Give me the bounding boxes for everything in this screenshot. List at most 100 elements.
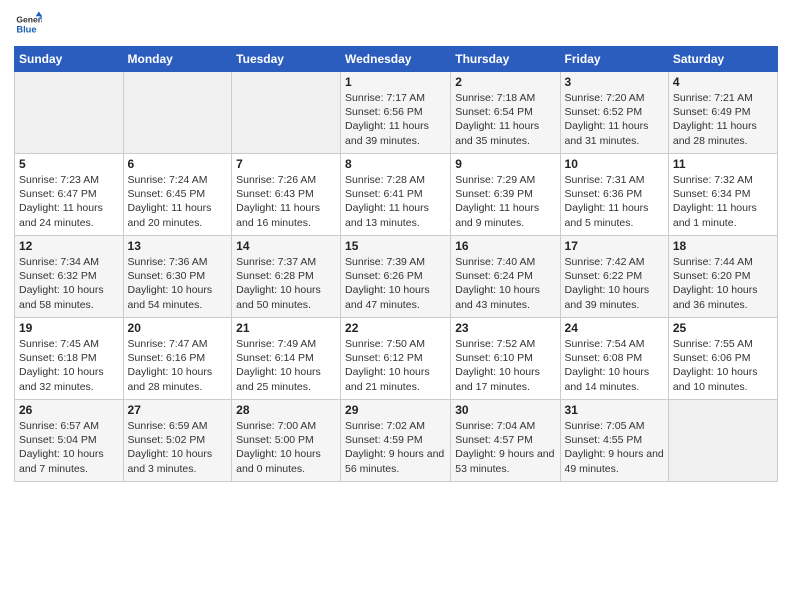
- day-info: Sunrise: 7:34 AMSunset: 6:32 PMDaylight:…: [19, 255, 119, 312]
- day-number: 28: [236, 403, 336, 417]
- calendar-week-4: 26 Sunrise: 6:57 AMSunset: 5:04 PMDayligh…: [15, 400, 778, 482]
- calendar-cell: 26 Sunrise: 6:57 AMSunset: 5:04 PMDayligh…: [15, 400, 124, 482]
- calendar-cell: 20 Sunrise: 7:47 AMSunset: 6:16 PMDayligh…: [123, 318, 232, 400]
- day-header-thursday: Thursday: [451, 47, 560, 72]
- day-info: Sunrise: 7:45 AMSunset: 6:18 PMDaylight:…: [19, 337, 119, 394]
- calendar-cell: 16 Sunrise: 7:40 AMSunset: 6:24 PMDayligh…: [451, 236, 560, 318]
- calendar-week-1: 5 Sunrise: 7:23 AMSunset: 6:47 PMDaylight…: [15, 154, 778, 236]
- calendar-cell: 12 Sunrise: 7:34 AMSunset: 6:32 PMDayligh…: [15, 236, 124, 318]
- day-number: 25: [673, 321, 773, 335]
- calendar-cell: 11Sunrise: 7:32 AMSunset: 6:34 PMDayligh…: [668, 154, 777, 236]
- calendar-cell: 31 Sunrise: 7:05 AMSunset: 4:55 PMDayligh…: [560, 400, 668, 482]
- calendar-cell: 4 Sunrise: 7:21 AMSunset: 6:49 PMDaylight…: [668, 72, 777, 154]
- day-header-saturday: Saturday: [668, 47, 777, 72]
- day-number: 8: [345, 157, 446, 171]
- day-info: Sunrise: 7:47 AMSunset: 6:16 PMDaylight:…: [128, 337, 228, 394]
- day-number: 26: [19, 403, 119, 417]
- day-number: 23: [455, 321, 555, 335]
- day-number: 4: [673, 75, 773, 89]
- day-number: 1: [345, 75, 446, 89]
- calendar-cell: 23 Sunrise: 7:52 AMSunset: 6:10 PMDayligh…: [451, 318, 560, 400]
- day-header-wednesday: Wednesday: [341, 47, 451, 72]
- day-number: 31: [565, 403, 664, 417]
- calendar-header-row: SundayMondayTuesdayWednesdayThursdayFrid…: [15, 47, 778, 72]
- calendar-cell: 18 Sunrise: 7:44 AMSunset: 6:20 PMDayligh…: [668, 236, 777, 318]
- day-number: 16: [455, 239, 555, 253]
- calendar-cell: 15 Sunrise: 7:39 AMSunset: 6:26 PMDayligh…: [341, 236, 451, 318]
- day-info: Sunrise: 7:50 AMSunset: 6:12 PMDaylight:…: [345, 337, 446, 394]
- day-info: Sunrise: 7:17 AMSunset: 6:56 PMDaylight:…: [345, 91, 446, 148]
- day-number: 5: [19, 157, 119, 171]
- day-number: 27: [128, 403, 228, 417]
- day-info: Sunrise: 7:42 AMSunset: 6:22 PMDaylight:…: [565, 255, 664, 312]
- day-number: 24: [565, 321, 664, 335]
- calendar-cell: 9Sunrise: 7:29 AMSunset: 6:39 PMDaylight…: [451, 154, 560, 236]
- day-info: Sunrise: 7:24 AMSunset: 6:45 PMDaylight:…: [128, 173, 228, 230]
- day-info: Sunrise: 7:31 AMSunset: 6:36 PMDaylight:…: [565, 173, 664, 230]
- day-number: 15: [345, 239, 446, 253]
- calendar-table: SundayMondayTuesdayWednesdayThursdayFrid…: [14, 46, 778, 482]
- calendar-cell: 7 Sunrise: 7:26 AMSunset: 6:43 PMDaylight…: [232, 154, 341, 236]
- day-info: Sunrise: 7:39 AMSunset: 6:26 PMDaylight:…: [345, 255, 446, 312]
- day-header-tuesday: Tuesday: [232, 47, 341, 72]
- day-info: Sunrise: 7:32 AMSunset: 6:34 PMDaylight:…: [673, 173, 773, 230]
- calendar-cell: 28 Sunrise: 7:00 AMSunset: 5:00 PMDayligh…: [232, 400, 341, 482]
- day-info: Sunrise: 7:02 AMSunset: 4:59 PMDaylight:…: [345, 419, 446, 476]
- svg-text:Blue: Blue: [16, 25, 36, 35]
- day-info: Sunrise: 6:59 AMSunset: 5:02 PMDaylight:…: [128, 419, 228, 476]
- calendar-cell: 6 Sunrise: 7:24 AMSunset: 6:45 PMDaylight…: [123, 154, 232, 236]
- day-number: 22: [345, 321, 446, 335]
- calendar-cell: 13 Sunrise: 7:36 AMSunset: 6:30 PMDayligh…: [123, 236, 232, 318]
- day-info: Sunrise: 7:49 AMSunset: 6:14 PMDaylight:…: [236, 337, 336, 394]
- calendar-cell: 5 Sunrise: 7:23 AMSunset: 6:47 PMDaylight…: [15, 154, 124, 236]
- day-info: Sunrise: 6:57 AMSunset: 5:04 PMDaylight:…: [19, 419, 119, 476]
- calendar-cell: 1 Sunrise: 7:17 AMSunset: 6:56 PMDaylight…: [341, 72, 451, 154]
- day-number: 19: [19, 321, 119, 335]
- day-info: Sunrise: 7:05 AMSunset: 4:55 PMDaylight:…: [565, 419, 664, 476]
- calendar-cell: [232, 72, 341, 154]
- day-number: 7: [236, 157, 336, 171]
- day-info: Sunrise: 7:21 AMSunset: 6:49 PMDaylight:…: [673, 91, 773, 148]
- day-header-friday: Friday: [560, 47, 668, 72]
- day-info: Sunrise: 7:18 AMSunset: 6:54 PMDaylight:…: [455, 91, 555, 148]
- calendar-cell: 21 Sunrise: 7:49 AMSunset: 6:14 PMDayligh…: [232, 318, 341, 400]
- day-info: Sunrise: 7:44 AMSunset: 6:20 PMDaylight:…: [673, 255, 773, 312]
- calendar-cell: 30 Sunrise: 7:04 AMSunset: 4:57 PMDayligh…: [451, 400, 560, 482]
- day-number: 30: [455, 403, 555, 417]
- day-info: Sunrise: 7:04 AMSunset: 4:57 PMDaylight:…: [455, 419, 555, 476]
- calendar-cell: 25 Sunrise: 7:55 AMSunset: 6:06 PMDayligh…: [668, 318, 777, 400]
- day-info: Sunrise: 7:20 AMSunset: 6:52 PMDaylight:…: [565, 91, 664, 148]
- day-info: Sunrise: 7:00 AMSunset: 5:00 PMDaylight:…: [236, 419, 336, 476]
- day-info: Sunrise: 7:28 AMSunset: 6:41 PMDaylight:…: [345, 173, 446, 230]
- day-number: 14: [236, 239, 336, 253]
- calendar-cell: 2 Sunrise: 7:18 AMSunset: 6:54 PMDaylight…: [451, 72, 560, 154]
- day-header-sunday: Sunday: [15, 47, 124, 72]
- calendar-cell: 27 Sunrise: 6:59 AMSunset: 5:02 PMDayligh…: [123, 400, 232, 482]
- page-container: General Blue SundayMondayTuesdayWednesda…: [0, 0, 792, 612]
- day-number: 2: [455, 75, 555, 89]
- calendar-week-2: 12 Sunrise: 7:34 AMSunset: 6:32 PMDayligh…: [15, 236, 778, 318]
- calendar-cell: 3Sunrise: 7:20 AMSunset: 6:52 PMDaylight…: [560, 72, 668, 154]
- day-number: 13: [128, 239, 228, 253]
- day-info: Sunrise: 7:36 AMSunset: 6:30 PMDaylight:…: [128, 255, 228, 312]
- day-number: 9: [455, 157, 555, 171]
- day-info: Sunrise: 7:26 AMSunset: 6:43 PMDaylight:…: [236, 173, 336, 230]
- day-info: Sunrise: 7:23 AMSunset: 6:47 PMDaylight:…: [19, 173, 119, 230]
- calendar-cell: 14 Sunrise: 7:37 AMSunset: 6:28 PMDayligh…: [232, 236, 341, 318]
- day-info: Sunrise: 7:55 AMSunset: 6:06 PMDaylight:…: [673, 337, 773, 394]
- day-number: 20: [128, 321, 228, 335]
- logo-icon: General Blue: [14, 10, 42, 38]
- calendar-cell: 29Sunrise: 7:02 AMSunset: 4:59 PMDayligh…: [341, 400, 451, 482]
- day-info: Sunrise: 7:40 AMSunset: 6:24 PMDaylight:…: [455, 255, 555, 312]
- day-info: Sunrise: 7:37 AMSunset: 6:28 PMDaylight:…: [236, 255, 336, 312]
- calendar-cell: 24 Sunrise: 7:54 AMSunset: 6:08 PMDayligh…: [560, 318, 668, 400]
- day-number: 21: [236, 321, 336, 335]
- day-number: 12: [19, 239, 119, 253]
- calendar-cell: 17Sunrise: 7:42 AMSunset: 6:22 PMDayligh…: [560, 236, 668, 318]
- day-info: Sunrise: 7:54 AMSunset: 6:08 PMDaylight:…: [565, 337, 664, 394]
- day-info: Sunrise: 7:52 AMSunset: 6:10 PMDaylight:…: [455, 337, 555, 394]
- calendar-cell: [15, 72, 124, 154]
- day-number: 18: [673, 239, 773, 253]
- calendar-cell: [123, 72, 232, 154]
- day-number: 6: [128, 157, 228, 171]
